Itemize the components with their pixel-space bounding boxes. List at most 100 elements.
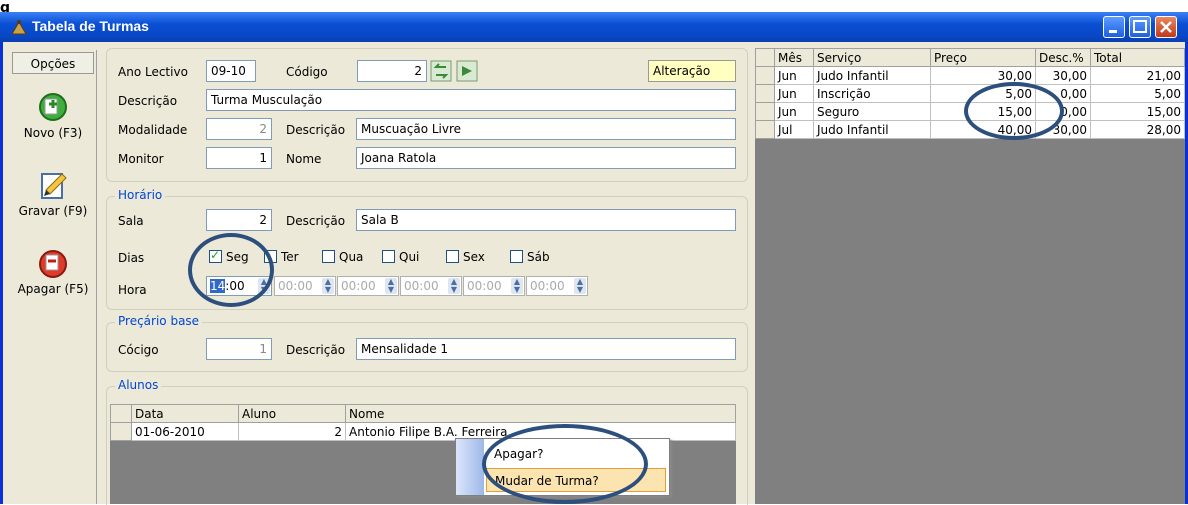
row-indicator <box>755 102 775 121</box>
hora-selected-text: 14 <box>210 279 226 293</box>
services-cell-servico[interactable]: Judo Infantil <box>813 66 931 85</box>
row-indicator <box>755 66 775 85</box>
alunos-col-data[interactable]: Data <box>131 404 239 423</box>
spin-arrows-icon[interactable]: ▲ ▼ <box>574 278 586 294</box>
hora-text: 00:00 <box>530 279 565 293</box>
minimize-button[interactable] <box>1103 16 1125 38</box>
table-row[interactable]: Jul Judo Infantil 40,00 30,00 28,00 <box>755 120 1185 139</box>
spin-arrows-icon[interactable]: ▲ ▼ <box>385 278 397 294</box>
new-button-label: Novo (F3) <box>23 126 83 140</box>
services-cell-mes[interactable]: Jun <box>774 102 814 121</box>
ano-lectivo-field[interactable]: 09-10 <box>206 60 256 82</box>
spin-arrows-icon[interactable]: ▲ ▼ <box>258 278 270 294</box>
precario-codigo-label: Cócigo <box>118 343 159 357</box>
day-label: Sex <box>463 250 485 264</box>
next-record-icon[interactable] <box>456 60 478 82</box>
menu-item-mudar-turma[interactable]: Mudar de Turma? <box>486 468 666 492</box>
new-button[interactable]: Novo (F3) <box>10 90 96 140</box>
hora-rest-text: :00 <box>225 279 245 293</box>
services-cell-total[interactable]: 21,00 <box>1090 66 1185 85</box>
table-row[interactable]: Jun Seguro 15,00 0,00 15,00 <box>755 102 1185 121</box>
services-cell-desc[interactable]: 0,00 <box>1035 102 1091 121</box>
day-label: Sáb <box>527 250 550 264</box>
services-col-desc[interactable]: Desc.% <box>1035 48 1091 67</box>
hora-spinner[interactable]: 00:00 ▲ ▼ <box>337 276 399 296</box>
ano-lectivo-label: Ano Lectivo <box>118 65 188 79</box>
sala-descricao-field[interactable]: Sala B <box>356 209 736 231</box>
services-cell-total[interactable]: 15,00 <box>1090 102 1185 121</box>
precario-descricao-field[interactable]: Mensalidade 1 <box>356 338 736 360</box>
checkbox-qui[interactable] <box>382 250 395 263</box>
codigo-field[interactable]: 2 <box>357 60 427 82</box>
day-label: Qua <box>339 250 364 264</box>
dias-label: Dias <box>118 251 145 265</box>
options-sidebar: Opções Novo (F3) Gravar (F9) Apagar (F5) <box>10 50 97 504</box>
hora-spinner[interactable]: 00:00 ▲ ▼ <box>274 276 336 296</box>
precario-codigo-field[interactable]: 1 <box>206 338 272 360</box>
nome-field[interactable]: Joana Ratola <box>356 147 736 169</box>
descricao-label: Descrição <box>118 94 178 108</box>
hora-spinner[interactable]: 00:00 ▲ ▼ <box>463 276 525 296</box>
spin-arrows-icon[interactable]: ▲ ▼ <box>448 278 460 294</box>
delete-button-label: Apagar (F5) <box>17 282 89 296</box>
previous-record-icon[interactable] <box>430 60 452 82</box>
hora-spinner[interactable]: 00:00 ▲ ▼ <box>400 276 462 296</box>
services-cell-total[interactable]: 5,00 <box>1090 84 1185 103</box>
alunos-col-nome[interactable]: Nome <box>345 404 736 423</box>
alunos-col-aluno[interactable]: Aluno <box>238 404 346 423</box>
services-col-preco[interactable]: Preço <box>930 48 1036 67</box>
save-pencil-icon <box>41 173 67 199</box>
descricao-field[interactable]: Turma Musculação <box>206 89 736 111</box>
alunos-cell-data[interactable]: 01-06-2010 <box>131 422 239 441</box>
save-button[interactable]: Gravar (F9) <box>10 168 96 218</box>
hora-spinner-seg[interactable]: 14:00 ▲ ▼ <box>206 276 272 296</box>
monitor-field[interactable]: 1 <box>206 147 272 169</box>
hora-spinner[interactable]: 00:00 ▲ ▼ <box>526 276 588 296</box>
services-cell-desc[interactable]: 0,00 <box>1035 84 1091 103</box>
sala-field[interactable]: 2 <box>206 209 272 231</box>
services-cell-desc[interactable]: 30,00 <box>1035 66 1091 85</box>
close-button[interactable] <box>1155 16 1177 38</box>
services-cell-mes[interactable]: Jun <box>774 66 814 85</box>
alunos-indicator-header <box>110 404 132 423</box>
services-cell-preco[interactable]: 40,00 <box>930 120 1036 139</box>
day-label: Qui <box>399 250 420 264</box>
services-cell-mes[interactable]: Jul <box>774 120 814 139</box>
alunos-cell-aluno[interactable]: 2 <box>238 422 346 441</box>
checkbox-ter[interactable] <box>264 250 277 263</box>
alunos-grid[interactable]: Data Aluno Nome 01-06-2010 2 Antonio Fil… <box>110 404 736 441</box>
checkbox-qua[interactable] <box>322 250 335 263</box>
spin-arrows-icon[interactable]: ▲ ▼ <box>511 278 523 294</box>
row-indicator <box>755 120 775 139</box>
services-cell-preco[interactable]: 30,00 <box>930 66 1036 85</box>
modalidade-descricao-label: Descrição <box>286 123 346 137</box>
services-cell-servico[interactable]: Seguro <box>813 102 931 121</box>
services-cell-desc[interactable]: 30,00 <box>1035 120 1091 139</box>
services-cell-preco[interactable]: 15,00 <box>930 102 1036 121</box>
modalidade-descricao-field[interactable]: Muscuação Livre <box>356 118 736 140</box>
row-indicator <box>755 84 775 103</box>
services-cell-servico[interactable]: Inscrição <box>813 84 931 103</box>
modalidade-field[interactable]: 2 <box>206 118 272 140</box>
services-cell-preco[interactable]: 5,00 <box>930 84 1036 103</box>
spin-arrows-icon[interactable]: ▲ ▼ <box>322 278 334 294</box>
services-col-mes[interactable]: Mês <box>774 48 814 67</box>
hora-text: 00:00 <box>341 279 376 293</box>
maximize-icon <box>1133 20 1147 33</box>
services-cell-servico[interactable]: Judo Infantil <box>813 120 931 139</box>
checkbox-sáb[interactable] <box>510 250 523 263</box>
services-col-servico[interactable]: Serviço <box>813 48 931 67</box>
table-row[interactable]: Jun Judo Infantil 30,00 30,00 21,00 <box>755 66 1185 85</box>
table-row[interactable]: Jun Inscrição 5,00 0,00 5,00 <box>755 84 1185 103</box>
services-grid[interactable]: Mês Serviço Preço Desc.% Total Jun Judo I… <box>755 48 1185 139</box>
services-col-total[interactable]: Total <box>1090 48 1185 67</box>
services-cell-mes[interactable]: Jun <box>774 84 814 103</box>
services-cell-total[interactable]: 28,00 <box>1090 120 1185 139</box>
title-bar[interactable]: Tabela de Turmas <box>0 12 1188 42</box>
maximize-button[interactable] <box>1129 16 1151 38</box>
checkbox-seg[interactable] <box>209 248 222 263</box>
precario-descricao-label: Descrição <box>286 343 346 357</box>
menu-item-apagar[interactable]: Apagar? <box>486 442 666 466</box>
checkbox-sex[interactable] <box>446 250 459 263</box>
delete-button[interactable]: Apagar (F5) <box>10 246 96 296</box>
